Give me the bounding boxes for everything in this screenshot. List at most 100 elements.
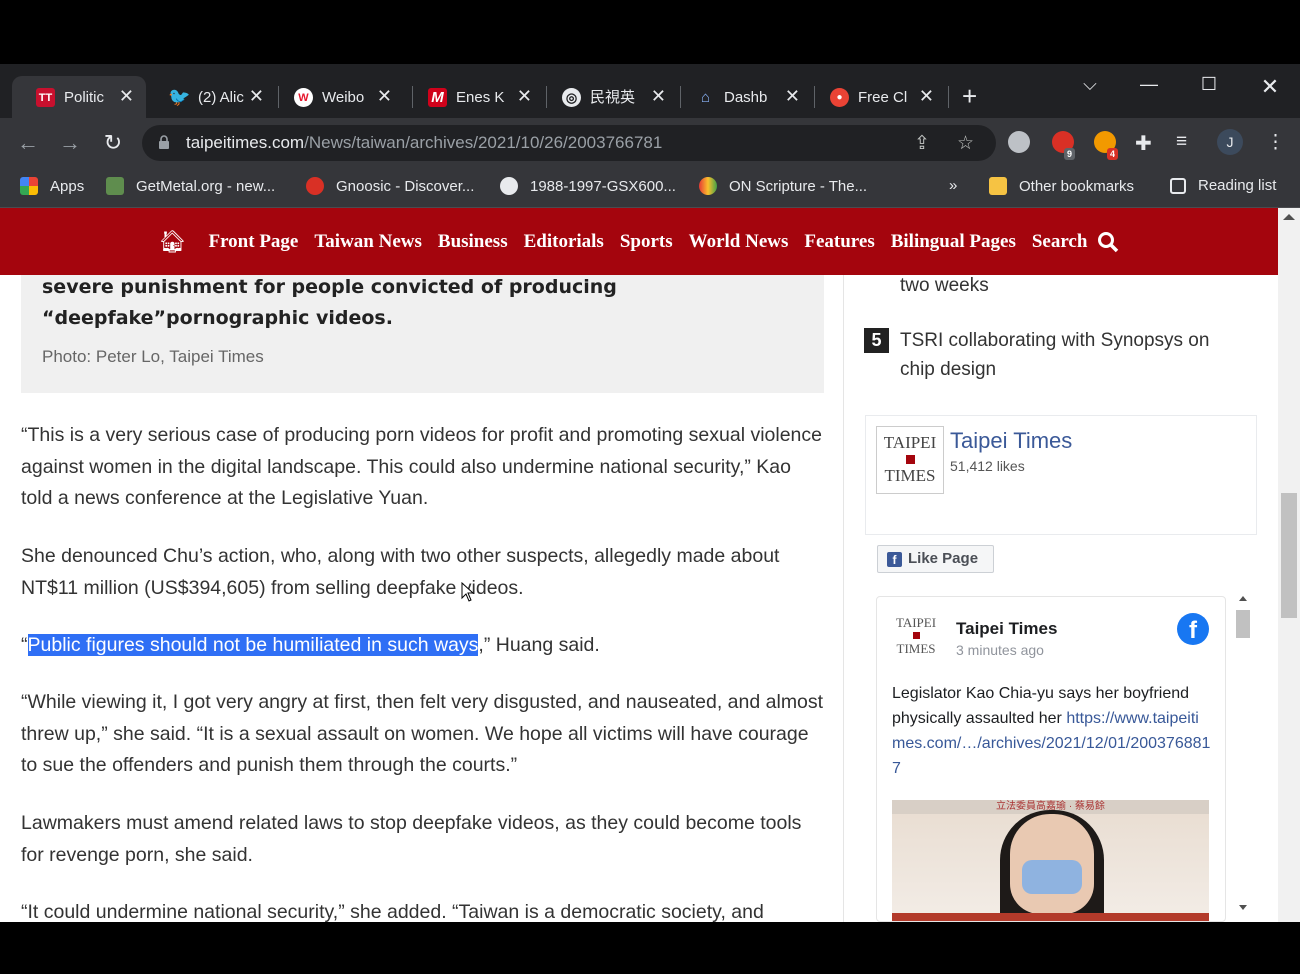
nav-search[interactable]: Search [1032,231,1088,253]
tab-label: (2) Alic [198,89,244,106]
face-mask [1022,860,1082,894]
facebook-logo-icon[interactable]: f [1177,613,1209,645]
close-tab-icon[interactable]: ✕ [249,86,264,106]
minimize-icon[interactable]: — [1134,74,1164,95]
puzzle-extensions-icon[interactable]: ✚ [1135,131,1152,156]
post-text: Legislator Kao Chia-yu says her boyfrien… [892,685,1211,777]
bookmarks-bar: Apps GetMetal.org - new... Gnoosic - Dis… [0,168,1300,208]
nav-business[interactable]: Business [438,231,508,253]
article-paragraph-quote: “Public figures should not be humiliated… [21,634,600,656]
weibo-icon: W [294,88,313,107]
selected-text-highlight[interactable]: Public figures should not be humiliated … [27,634,479,656]
tab-enes[interactable]: M Enes K ✕ [404,76,544,118]
article-paragraph: “This is a very serious case of producin… [21,424,822,509]
most-read-item-4-tail[interactable]: two weeks [900,271,1240,300]
globe-icon [500,177,518,195]
tab-label: Politic [64,89,105,106]
widget-scrollbar[interactable] [1236,596,1250,916]
tab-free-cl[interactable]: ● Free Cl ✕ [806,76,946,118]
home-icon[interactable]: 🏠︎ [159,229,187,255]
bookmark-gnoosic[interactable]: Gnoosic - Discover... [306,177,474,195]
taipei-times-logo[interactable]: TAIPEI TIMES [891,615,941,665]
dashboard-icon: ⌂ [700,89,711,106]
most-read-rank-badge: 5 [864,328,889,353]
extension-badge: 9 [1064,148,1076,160]
nav-editorials[interactable]: Editorials [524,231,604,253]
scroll-down-arrow-icon[interactable] [1239,905,1247,910]
menu-kebab-icon[interactable]: ⋮ [1266,131,1285,154]
taipei-times-favicon-icon: TT [36,88,55,107]
tab-twitter[interactable]: 🐦 (2) Alic ✕ [146,76,276,118]
like-page-button[interactable]: f Like Page [877,545,994,573]
back-arrow-icon[interactable]: ← [15,130,41,156]
record-icon: ● [830,88,849,107]
facebook-post: TAIPEI TIMES Taipei Times 3 minutes ago f… [876,596,1226,922]
bookmark-apps[interactable]: Apps [20,177,84,195]
tab-label: Dashb [724,89,768,106]
facebook-likes-count: 51,412 likes [950,458,1025,474]
nav-taiwan-news[interactable]: Taiwan News [314,231,422,253]
bookmarks-overflow-chevron[interactable]: » [949,177,957,194]
extension-gray-icon[interactable] [1008,131,1030,153]
extension-badge: 4 [1107,148,1119,160]
bookmark-getmetal[interactable]: GetMetal.org - new... [106,177,275,195]
new-tab-plus-icon[interactable]: + [962,83,977,109]
tab-politics[interactable]: TT Politic ✕ [12,76,146,118]
reading-list[interactable]: Reading list [1170,177,1276,194]
profile-avatar[interactable]: J [1217,129,1243,155]
most-read-item-5[interactable]: TSRI collaborating with Synopsys on chip… [900,326,1240,384]
twitter-bird-icon: 🐦 [168,87,191,107]
page-scroll-thumb[interactable] [1281,493,1297,618]
address-bar[interactable]: taipeitimes.com/News/taiwan/archives/202… [142,125,996,161]
tab-strip: TT Politic ✕ 🐦 (2) Alic ✕ W Weibo ✕ M En… [0,64,1300,118]
nav-sports[interactable]: Sports [620,231,673,253]
scroll-up-arrow-icon[interactable] [1239,596,1247,601]
nav-front-page[interactable]: Front Page [208,231,298,253]
close-tab-icon[interactable]: ✕ [651,86,666,106]
taipei-times-logo[interactable]: TAIPEI TIMES [876,426,944,494]
close-window-icon[interactable]: ✕ [1255,74,1285,100]
close-tab-icon[interactable]: ✕ [119,86,134,106]
facebook-page-name[interactable]: Taipei Times [950,428,1072,454]
scroll-up-arrow-icon[interactable] [1283,214,1295,220]
post-image[interactable]: 立法委員高嘉瑜 · 蔡易餘 [892,800,1209,921]
globe-icon: ◎ [562,88,581,107]
article-paragraph: Lawmakers must amend related laws to sto… [21,812,802,866]
tab-dashboard[interactable]: ⌂ Dashb ✕ [672,76,812,118]
search-icon[interactable] [1097,231,1119,253]
gnoosic-favicon-icon [306,177,324,195]
screen-top-border [0,0,1300,64]
article-paragraph: “While viewing it, I got very angry at f… [21,691,824,776]
nav-bilingual-pages[interactable]: Bilingual Pages [891,231,1016,253]
maximize-icon[interactable]: ☐ [1194,74,1224,95]
tab-label: Weibo [322,89,365,106]
widget-scroll-thumb[interactable] [1236,610,1250,638]
bookmark-on-scripture[interactable]: ON Scripture - The... [699,177,867,195]
nav-world-news[interactable]: World News [689,231,789,253]
reload-icon[interactable]: ↻ [100,130,126,156]
on-scripture-favicon-icon [699,177,717,195]
bookmark-gsx600[interactable]: 1988-1997-GSX600... [500,177,676,195]
medium-m-icon: M [428,88,447,107]
forward-arrow-icon[interactable]: → [57,130,83,156]
photo-caption: severe punishment for people convicted o… [42,276,617,329]
close-tab-icon[interactable]: ✕ [377,86,392,106]
tab-weibo[interactable]: W Weibo ✕ [270,76,404,118]
facebook-page-card: TAIPEI TIMES Taipei Times 51,412 likes [865,415,1257,535]
post-timestamp[interactable]: 3 minutes ago [956,642,1044,658]
post-author[interactable]: Taipei Times [956,619,1057,639]
lock-icon [159,135,169,149]
tab-separator [948,86,949,108]
media-queue-icon[interactable]: ≡ [1176,131,1187,153]
nav-features[interactable]: Features [804,231,874,253]
share-icon[interactable]: ⇪ [914,132,930,155]
close-tab-icon[interactable]: ✕ [919,86,934,106]
other-bookmarks[interactable]: Other bookmarks [989,177,1134,195]
close-tab-icon[interactable]: ✕ [785,86,800,106]
bookmark-star-icon[interactable]: ☆ [957,132,974,155]
tab-ftv-english[interactable]: ◎ 民視英 ✕ [538,76,678,118]
page-scrollbar[interactable] [1278,208,1300,922]
facebook-f-icon: f [887,552,902,567]
close-tab-icon[interactable]: ✕ [517,86,532,106]
tab-search-chevron-icon[interactable]: ⌵ [1075,74,1105,95]
